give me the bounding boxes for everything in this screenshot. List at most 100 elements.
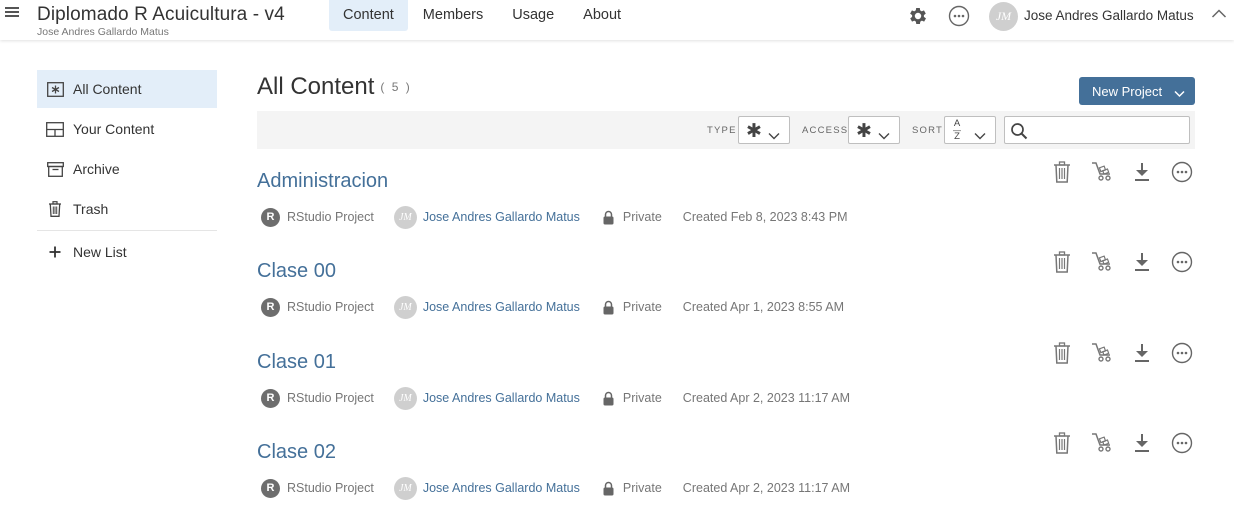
asterisk-box-icon	[46, 81, 64, 97]
owner-link[interactable]: Jose Andres Gallardo Matus	[423, 481, 580, 495]
access-level: Private	[622, 481, 662, 495]
more-options-icon[interactable]	[1169, 430, 1195, 456]
project-title-link[interactable]: Administracion	[257, 170, 388, 193]
lock-icon	[603, 300, 614, 315]
trash-icon[interactable]	[1049, 340, 1075, 366]
content-row: Clase 02 R RStudio Project JM Jose Andre…	[257, 432, 1195, 510]
project-title-link[interactable]: Clase 02	[257, 441, 336, 464]
lock-icon	[603, 210, 614, 225]
project-meta: R RStudio Project JM Jose Andres Gallard…	[261, 386, 851, 410]
grid-box-icon	[46, 121, 64, 137]
r-project-icon: R	[261, 388, 280, 408]
sidebar-item-label: Your Content	[73, 121, 155, 137]
r-project-icon: R	[261, 207, 280, 227]
row-actions	[1035, 340, 1195, 366]
space-title: Diplomado R Acuicultura - v4	[37, 4, 285, 25]
user-avatar[interactable]: JM	[989, 2, 1018, 31]
owner-link[interactable]: Jose Andres Gallardo Matus	[423, 391, 580, 405]
owner-avatar: JM	[393, 295, 417, 319]
new-list-label: New List	[73, 244, 127, 260]
sidebar-divider	[37, 230, 217, 231]
sidebar-item-your-content[interactable]: Your Content	[37, 110, 217, 148]
tab-content[interactable]: Content	[329, 0, 408, 31]
access-level: Private	[622, 391, 662, 405]
r-project-icon: R	[261, 478, 280, 498]
lock-icon	[603, 391, 614, 406]
project-title-link[interactable]: Clase 00	[257, 260, 336, 283]
download-icon[interactable]	[1129, 159, 1155, 185]
sidebar-item-archive[interactable]: Archive	[37, 150, 217, 188]
more-options-icon[interactable]	[1169, 340, 1195, 366]
trash-icon	[46, 201, 64, 217]
new-project-label: New Project	[1092, 83, 1163, 99]
user-name[interactable]: Jose Andres Gallardo Matus	[1024, 8, 1194, 23]
project-type: RStudio Project	[287, 300, 374, 314]
content-row: Clase 00 R RStudio Project JM Jose Andre…	[257, 251, 1195, 330]
lock-icon	[603, 481, 614, 496]
search-icon	[1010, 122, 1028, 145]
move-cart-icon[interactable]	[1089, 159, 1115, 185]
plus-icon	[46, 244, 64, 260]
owner-link[interactable]: Jose Andres Gallardo Matus	[423, 210, 580, 224]
search-box[interactable]	[1004, 116, 1190, 144]
trash-icon[interactable]	[1049, 430, 1075, 456]
asterisk-icon: ✱	[856, 120, 872, 142]
type-filter-select[interactable]: ✱	[738, 116, 790, 144]
trash-icon[interactable]	[1049, 249, 1075, 275]
project-meta: R RStudio Project JM Jose Andres Gallard…	[261, 476, 851, 500]
created-date: Created Apr 2, 2023 11:17 AM	[682, 481, 851, 495]
more-options-icon[interactable]	[948, 5, 970, 27]
space-owner: Jose Andres Gallardo Matus	[37, 26, 169, 38]
move-cart-icon[interactable]	[1089, 340, 1115, 366]
access-filter-label: ACCESS	[802, 125, 849, 136]
tab-members[interactable]: Members	[409, 0, 497, 31]
project-type: RStudio Project	[287, 210, 374, 224]
asterisk-icon: ✱	[746, 120, 762, 142]
sidebar-item-label: Archive	[73, 161, 120, 177]
r-project-icon: R	[261, 297, 280, 317]
archive-box-icon	[46, 161, 64, 177]
download-icon[interactable]	[1129, 340, 1155, 366]
sort-filter-label: SORT	[912, 125, 944, 136]
trash-icon[interactable]	[1049, 159, 1075, 185]
hamburger-menu-icon[interactable]	[5, 7, 21, 21]
project-type: RStudio Project	[287, 391, 374, 405]
sidebar-item-all-content[interactable]: All Content	[37, 70, 217, 108]
project-title-link[interactable]: Clase 01	[257, 351, 336, 374]
sidebar-item-label: All Content	[73, 81, 142, 97]
tab-about[interactable]: About	[569, 0, 635, 31]
sidebar-item-trash[interactable]: Trash	[37, 190, 217, 228]
more-options-icon[interactable]	[1169, 159, 1195, 185]
sidebar-item-label: Trash	[73, 201, 109, 217]
access-filter-select[interactable]: ✱	[848, 116, 900, 144]
project-meta: R RStudio Project JM Jose Andres Gallard…	[261, 295, 845, 319]
project-type: RStudio Project	[287, 481, 374, 495]
chevron-up-icon[interactable]	[1211, 7, 1227, 19]
created-date: Created Apr 2, 2023 11:17 AM	[682, 391, 851, 405]
content-row: Clase 01 R RStudio Project JM Jose Andre…	[257, 342, 1195, 421]
more-options-icon[interactable]	[1169, 249, 1195, 275]
sort-az-icon: A — Z	[953, 118, 961, 142]
move-cart-icon[interactable]	[1089, 430, 1115, 456]
move-cart-icon[interactable]	[1089, 249, 1115, 275]
download-icon[interactable]	[1129, 430, 1155, 456]
download-icon[interactable]	[1129, 249, 1155, 275]
owner-avatar: JM	[393, 205, 417, 229]
owner-link[interactable]: Jose Andres Gallardo Matus	[423, 300, 580, 314]
row-actions	[1035, 430, 1195, 456]
chevron-down-icon	[878, 127, 890, 145]
main-nav: Content Members Usage About	[329, 0, 636, 31]
tab-usage[interactable]: Usage	[498, 0, 568, 31]
content-row: Administracion R RStudio Project JM Jose…	[257, 161, 1195, 240]
search-input[interactable]	[1033, 120, 1183, 140]
page-title: All Content ( 5 )	[257, 73, 412, 101]
new-project-button[interactable]: New Project	[1079, 77, 1195, 105]
filter-bar: TYPE ✱ ACCESS ✱ SORT A — Z	[257, 111, 1195, 149]
gear-icon[interactable]	[907, 5, 929, 27]
access-level: Private	[622, 300, 662, 314]
row-actions	[1035, 159, 1195, 185]
sort-select[interactable]: A — Z	[944, 116, 996, 144]
new-list-button[interactable]: New List	[37, 233, 217, 271]
owner-avatar: JM	[393, 386, 417, 410]
created-date: Created Apr 1, 2023 8:55 AM	[682, 300, 845, 314]
